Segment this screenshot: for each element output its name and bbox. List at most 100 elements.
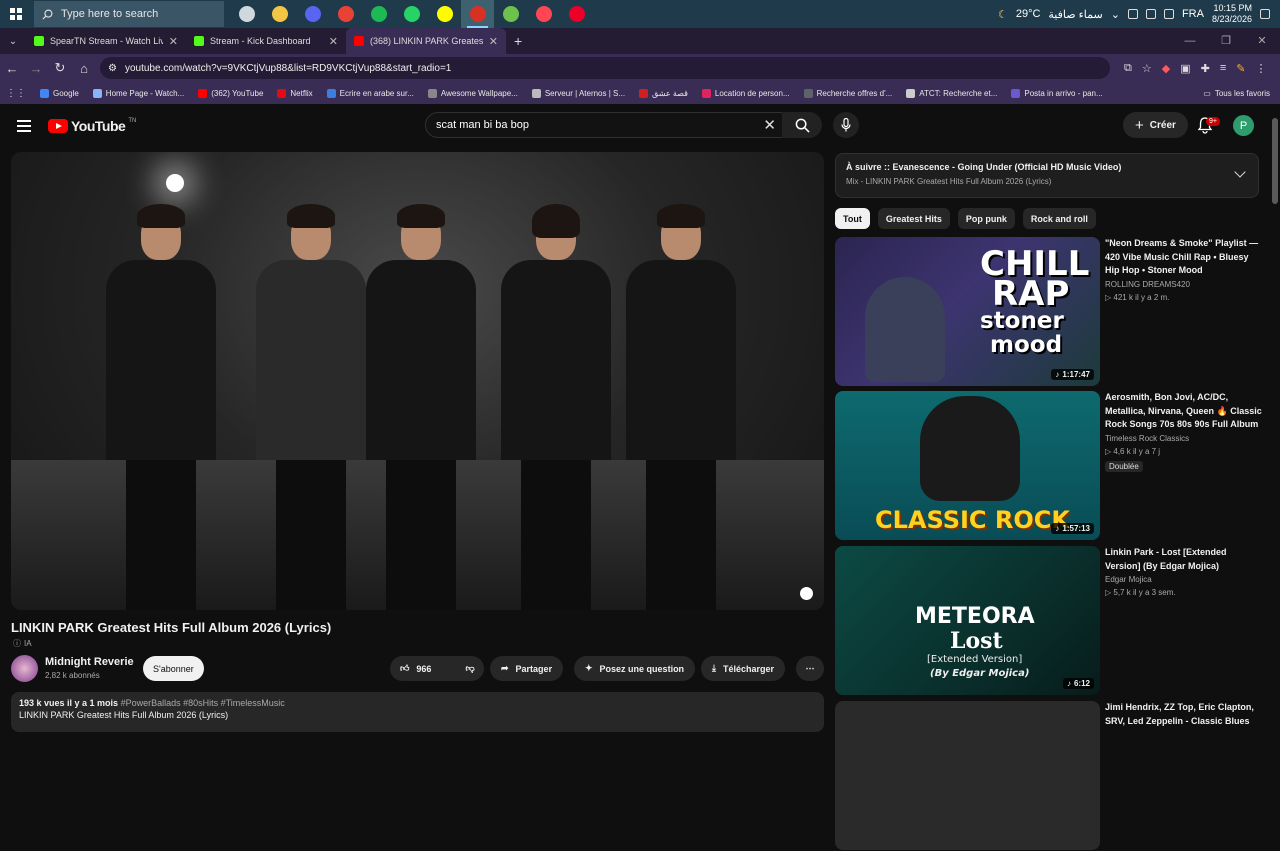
menu-icon[interactable] [17,120,31,135]
taskbar-app-riot[interactable] [560,0,593,28]
reading-list-icon[interactable]: ≡ [1220,62,1226,75]
taskbar-app-xbox[interactable] [494,0,527,28]
bookmark-item[interactable]: Netflix [277,88,313,98]
taskbar-app-valorant[interactable] [527,0,560,28]
browser-tab[interactable]: SpearTN Stream - Watch Live o ✕ [26,28,186,54]
chip-rock-and-roll[interactable]: Rock and roll [1022,208,1096,229]
download-button[interactable]: ⤓ Télécharger [701,656,786,681]
bookmark-item[interactable]: Recherche offres d'... [803,88,892,98]
volume-icon[interactable] [1163,9,1174,19]
hashtags[interactable]: #PowerBallads #80sHits #TimelessMusic [121,698,285,708]
search-button[interactable] [782,112,822,138]
video-player[interactable] [11,152,824,610]
bookmark-item[interactable]: قصة عشق [639,88,688,98]
close-tab-icon[interactable]: ✕ [489,35,498,48]
create-button[interactable]: + Créer [1123,112,1188,138]
recommendation-item[interactable]: Jimi Hendrix, ZZ Top, Eric Clapton, SRV,… [835,701,1265,851]
page-scrollbar[interactable] [1272,118,1278,204]
bookmark-item[interactable]: ATCT: Recherche et... [906,88,997,98]
tab-search-chevron-icon[interactable]: ⌄ [0,36,26,47]
extension-icon[interactable]: ▣ [1180,62,1190,75]
voice-search-button[interactable] [833,112,859,138]
more-horizontal-icon: ⋯ [805,663,815,673]
all-bookmarks[interactable]: ▭ Tous les favoris [1203,89,1270,98]
apps-grid-icon[interactable]: ⋮⋮ [6,88,26,99]
tray-chevron-icon[interactable]: ⌄ [1111,8,1120,21]
thumb-character [920,396,1020,501]
close-tab-icon[interactable]: ✕ [329,35,338,48]
bookmark-item[interactable]: Serveur | Aternos | S... [531,88,625,98]
address-bar[interactable]: ⚙ youtube.com/watch?v=9VKCtjVup88&list=R… [100,57,1110,79]
bookmark-item[interactable]: Google [40,88,79,98]
back-button[interactable]: ← [0,61,24,76]
menu-kebab-icon[interactable]: ⋮ [1255,62,1266,75]
chip-greatest-hits[interactable]: Greatest Hits [877,208,950,229]
network-icon[interactable] [1145,9,1156,19]
like-button[interactable]: 👍︎ 966 [390,656,441,681]
chip-pop-punk[interactable]: Pop punk [957,208,1015,229]
clock[interactable]: 10:15 PM 8/23/2026 [1212,3,1252,25]
bookmark-item[interactable]: Posta in arrivo - pan... [1011,88,1103,98]
bookmark-item[interactable]: Awesome Wallpape... [427,88,518,98]
bookmark-star-icon[interactable]: ☆ [1142,62,1152,75]
taskbar-app-spotify[interactable] [362,0,395,28]
language-indicator[interactable]: FRA [1182,8,1204,20]
minimize-button[interactable]: — [1172,28,1208,54]
video-thumbnail[interactable] [835,701,1100,850]
video-thumbnail[interactable]: CHILL RAP stoner mood ♪ 1:17:47 [835,237,1100,386]
up-next-panel[interactable]: À suivre :: Evanescence - Going Under (O… [835,153,1259,198]
video-thumbnail[interactable]: CLASSIC ROCK ♪ 1:57:13 [835,391,1100,540]
bookmark-item[interactable]: Ecrire en arabe sur... [326,88,414,98]
share-button[interactable]: ➦ Partager [490,656,564,681]
taskbar-app-whatsapp[interactable] [395,0,428,28]
recommendation-item[interactable]: CHILL RAP stoner mood ♪ 1:17:47 "Neon Dre… [835,237,1265,387]
more-actions-button[interactable]: ⋯ [796,656,824,681]
close-tab-icon[interactable]: ✕ [169,35,178,48]
channel-name[interactable]: Midnight Reverie [45,656,134,668]
new-tab-button[interactable]: + [514,33,522,49]
chip-all[interactable]: Tout [835,208,870,229]
bookmark-favicon-icon [277,88,287,98]
extensions-puzzle-icon[interactable]: ✚ [1201,62,1210,75]
youtube-logo[interactable]: YouTube TN [48,118,136,134]
extension-icon[interactable]: ◆ [1162,62,1170,75]
taskbar-app-chrome[interactable] [329,0,362,28]
thumb-text: Lost [950,628,1003,654]
maximize-button[interactable]: ❐ [1208,28,1244,54]
install-app-icon[interactable]: ⧉ [1124,62,1132,75]
subscribe-button[interactable]: S'abonner [143,656,204,681]
ask-question-button[interactable]: ✦ Posez une question [574,656,696,681]
mic-tray-icon[interactable] [1127,9,1138,19]
taskbar-app-chrome-profile[interactable] [461,0,494,28]
autoplay-indicator[interactable] [800,587,813,600]
notification-center-icon[interactable] [1260,9,1270,19]
home-button[interactable]: ⌂ [72,61,96,76]
system-tray: ☾ 29°C سماء صافية ⌄ FRA 10:15 PM 8/23/20… [998,0,1280,28]
forward-button[interactable]: → [24,61,48,76]
recommendation-item[interactable]: METEORA Lost [Extended Version] (By Edga… [835,546,1265,696]
account-avatar[interactable]: P [1233,115,1254,136]
dislike-button[interactable]: 👎︎ [455,656,484,681]
recommendation-item[interactable]: CLASSIC ROCK ♪ 1:57:13 Aerosmith, Bon Jov… [835,391,1265,541]
taskbar-app-file-explorer[interactable] [263,0,296,28]
bookmark-item[interactable]: (362) YouTube [198,88,263,98]
browser-tab[interactable]: Stream - Kick Dashboard ✕ [186,28,346,54]
taskbar-search[interactable]: Type here to search [34,1,224,27]
taskbar-app-discord[interactable] [296,0,329,28]
bookmark-item[interactable]: Location de person... [701,88,790,98]
channel-avatar[interactable] [11,655,38,682]
search-input[interactable]: scat man bi ba bop ✕ [425,112,785,138]
site-info-icon[interactable]: ⚙ [108,63,117,74]
clear-search-icon[interactable]: ✕ [763,116,776,134]
rec-title: Linkin Park - Lost [Extended Version] (B… [1105,547,1227,571]
taskbar-app-task-view[interactable] [230,0,263,28]
description-box[interactable]: 193 k vues il y a 1 mois #PowerBallads #… [11,692,824,732]
start-button[interactable] [0,0,32,28]
taskbar-app-snapchat[interactable] [428,0,461,28]
profile-icon[interactable]: ✎ [1236,62,1245,75]
browser-tab[interactable]: (368) LINKIN PARK Greatest ✕ [346,28,506,54]
close-window-button[interactable]: ✕ [1244,28,1280,54]
bookmark-item[interactable]: Home Page - Watch... [92,88,184,98]
video-thumbnail[interactable]: METEORA Lost [Extended Version] (By Edga… [835,546,1100,695]
reload-button[interactable]: ↻ [48,60,72,76]
